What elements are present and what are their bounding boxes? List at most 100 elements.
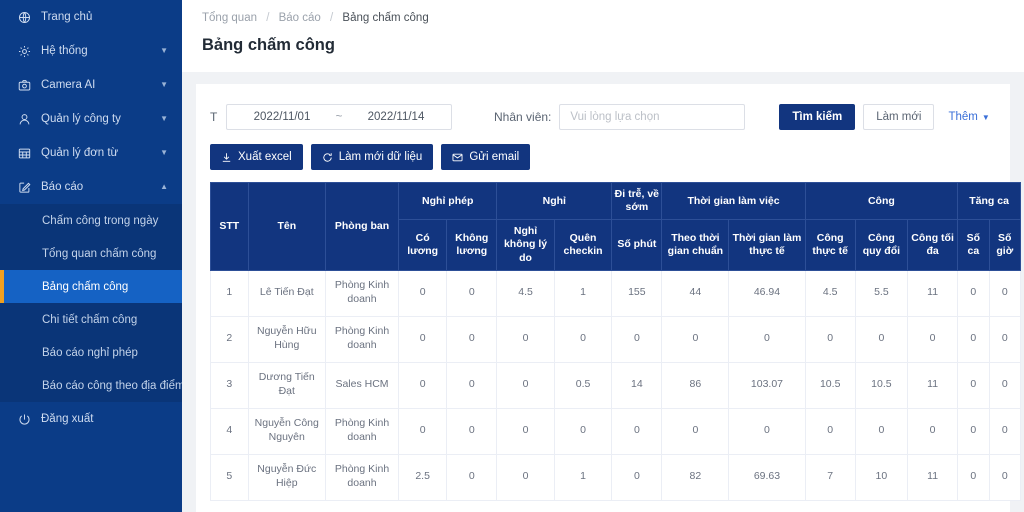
breadcrumb-item-bao-cao[interactable]: Báo cáo (279, 12, 321, 24)
sidebar-item-bao-cao[interactable]: Báo cáo ▲ (0, 170, 182, 204)
cell-shifts: 0 (957, 269, 990, 317)
breadcrumb-item-tong-quan[interactable]: Tổng quan (202, 12, 257, 24)
sidebar-item-cham-cong-trong-ngay[interactable]: Chấm công trong ngày (0, 204, 182, 237)
cell-max-cong: 11 (907, 453, 959, 501)
sidebar-subitem-label: Chi tiết chấm công (42, 313, 138, 326)
cell-actual-time: 69.63 (728, 453, 806, 501)
cell-name: Lê Tiến Đạt (247, 269, 326, 317)
cell-shifts: 0 (957, 453, 990, 501)
cell-minutes: 0 (611, 315, 663, 363)
cell-shifts: 0 (957, 315, 990, 363)
sidebar-item-label: Quản lý đơn từ (41, 147, 119, 159)
sidebar-item-he-thong[interactable]: Hệ thống ▼ (0, 34, 182, 68)
cell-no-reason: 0 (496, 407, 555, 455)
cell-converted-cong: 5.5 (854, 269, 909, 317)
timesheet-table-wrapper[interactable]: STT Tên Phòng ban Nghỉ phép Nghỉ Đi trễ,… (210, 181, 1022, 501)
sidebar-subitem-label: Tổng quan chấm công (42, 247, 157, 260)
chevron-down-icon: ▼ (160, 80, 168, 89)
send-email-label: Gửi email (469, 151, 520, 163)
cell-actual-time: 0 (728, 407, 806, 455)
sidebar-item-bao-cao-nghi-phep[interactable]: Báo cáo nghỉ phép (0, 336, 182, 369)
topbar: Tổng quan / Báo cáo / Bảng chấm công Bản… (182, 0, 1024, 72)
sidebar-item-bao-cao-cong-theo-dia-diem[interactable]: Báo cáo công theo địa điểm (0, 369, 182, 402)
sidebar-subitem-label: Bảng chấm công (42, 280, 129, 293)
table-header-row-group: STT Tên Phòng ban Nghỉ phép Nghỉ Đi trễ,… (210, 181, 1021, 271)
logout-button[interactable]: Đăng xuất (0, 402, 182, 436)
date-range-picker[interactable]: 2022/11/01 ~ 2022/11/14 (226, 104, 452, 130)
cell-standard-time: 82 (661, 453, 730, 501)
breadcrumb-item-current: Bảng chấm công (342, 12, 429, 24)
th-cong-quy-doi: Công quy đổi (854, 219, 909, 271)
gear-icon (16, 45, 32, 58)
th-nghi-khong-ly-do: Nghỉ không lý do (496, 219, 555, 271)
sidebar-item-label: Hệ thống (41, 45, 88, 57)
table-row[interactable]: 5 Nguyễn Đức Hiệp Phòng Kinh doanh 2.5 0… (210, 453, 1022, 501)
sidebar-submenu-bao-cao: Chấm công trong ngày Tổng quan chấm công… (0, 204, 182, 402)
sidebar-item-bang-cham-cong[interactable]: Bảng chấm công (0, 270, 182, 303)
cell-standard-time: 0 (661, 315, 730, 363)
sidebar-item-tong-quan-cham-cong[interactable]: Tổng quan chấm công (0, 237, 182, 270)
refresh-data-button[interactable]: Làm mới dữ liệu (310, 144, 434, 170)
table-row[interactable]: 1 Lê Tiến Đạt Phòng Kinh doanh 0 0 4.5 1… (210, 269, 1022, 317)
action-bar: Xuất excel Làm mới dữ liệu Gửi email (210, 144, 996, 170)
chevron-down-icon: ▼ (981, 113, 990, 122)
cell-shifts: 0 (957, 361, 990, 409)
cell-name: Dương Tiến Đạt (247, 361, 326, 409)
cell-department: Sales HCM (324, 361, 400, 409)
table-row[interactable]: 3 Dương Tiến Đạt Sales HCM 0 0 0 0.5 14 … (210, 361, 1022, 409)
export-excel-button[interactable]: Xuất excel (210, 144, 303, 170)
cell-forgot-checkin: 1 (553, 453, 613, 501)
more-filters-toggle[interactable]: Thêm ▼ (948, 111, 989, 123)
cell-unpaid: 0 (446, 453, 498, 501)
cell-name: Nguyễn Đức Hiệp (247, 453, 326, 501)
sidebar-item-chi-tiet-cham-cong[interactable]: Chi tiết chấm công (0, 303, 182, 336)
search-button[interactable]: Tìm kiếm (779, 104, 856, 130)
th-department: Phòng ban (324, 182, 400, 271)
home-icon (16, 11, 32, 24)
refresh-icon (322, 152, 333, 163)
th-group-cong: Công (804, 181, 959, 221)
export-excel-label: Xuất excel (238, 151, 292, 163)
send-email-button[interactable]: Gửi email (441, 144, 531, 170)
th-cong-toi-da: Công tối đa (907, 219, 959, 271)
reset-button[interactable]: Làm mới (863, 104, 935, 130)
filter-bar: T 2022/11/01 ~ 2022/11/14 Nhân viên: Vui… (210, 94, 996, 134)
cell-converted-cong: 10 (854, 453, 909, 501)
sidebar-item-quan-ly-cong-ty[interactable]: Quản lý công ty ▼ (0, 102, 182, 136)
th-so-phut: Số phút (611, 219, 663, 271)
sidebar-item-trang-chu[interactable]: Trang chủ (0, 0, 182, 34)
cell-minutes: 0 (611, 407, 663, 455)
logout-label: Đăng xuất (41, 413, 94, 425)
cell-actual-cong: 0 (804, 407, 856, 455)
table-row[interactable]: 2 Nguyễn Hữu Hùng Phòng Kinh doanh 0 0 0… (210, 315, 1022, 363)
logout-icon (16, 413, 32, 426)
sidebar-item-quan-ly-don-tu[interactable]: Quản lý đơn từ ▼ (0, 136, 182, 170)
edit-square-icon (16, 181, 32, 194)
breadcrumb-separator: / (266, 12, 270, 24)
date-to-value[interactable]: 2022/11/14 (351, 111, 441, 123)
sidebar-subitem-label: Chấm công trong ngày (42, 214, 159, 227)
cell-unpaid: 0 (446, 361, 498, 409)
date-range-separator: ~ (335, 111, 343, 123)
date-range-label: T (210, 110, 218, 124)
cell-converted-cong: 0 (854, 407, 909, 455)
camera-icon (16, 79, 32, 92)
breadcrumb: Tổng quan / Báo cáo / Bảng chấm công (202, 8, 1024, 24)
th-thoi-gian-lam-thuc-te: Thời gian làm thực tế (728, 219, 806, 271)
sidebar-item-label: Quản lý công ty (41, 113, 121, 125)
table-row[interactable]: 4 Nguyễn Công Nguyên Phòng Kinh doanh 0 … (210, 407, 1022, 455)
date-from-value[interactable]: 2022/11/01 (237, 111, 327, 123)
cell-stt: 5 (210, 453, 249, 501)
cell-name: Nguyễn Hữu Hùng (247, 315, 326, 363)
sidebar-item-label: Báo cáo (41, 181, 84, 193)
cell-standard-time: 44 (661, 269, 730, 317)
sidebar-item-camera-ai[interactable]: Camera AI ▼ (0, 68, 182, 102)
employee-select[interactable]: Vui lòng lựa chọn (559, 104, 746, 130)
cell-no-reason: 0 (496, 315, 555, 363)
cell-converted-cong: 10.5 (854, 361, 909, 409)
cell-stt: 3 (210, 361, 249, 409)
cell-max-cong: 11 (907, 269, 959, 317)
cell-department: Phòng Kinh doanh (324, 453, 400, 501)
th-group-thoi-gian-lam-viec: Thời gian làm việc (661, 181, 806, 221)
cell-hours: 0 (988, 453, 1022, 501)
